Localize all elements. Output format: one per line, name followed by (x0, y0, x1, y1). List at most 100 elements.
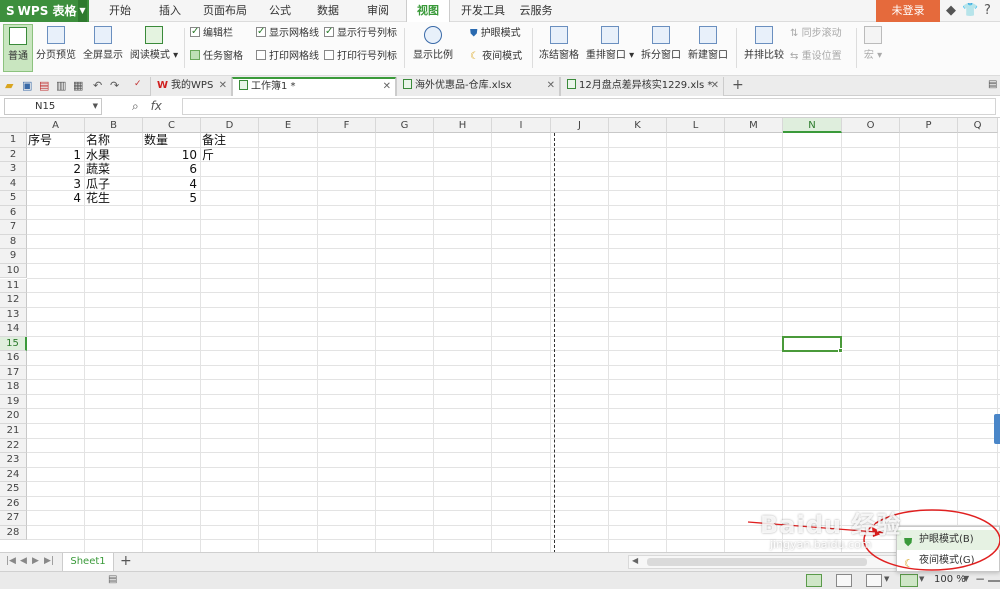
undo-icon[interactable]: ↶ (93, 79, 102, 92)
page-break-icon[interactable] (866, 574, 882, 587)
cell-a2[interactable]: 1 (28, 148, 83, 163)
cell-c4[interactable]: 4 (144, 177, 199, 192)
tab-view[interactable]: 视图 (406, 0, 450, 23)
doc-tab-december[interactable]: 12月盘点差异核实1229.xls * ✕ (560, 77, 724, 96)
login-button[interactable]: 未登录 (876, 0, 940, 22)
last-sheet-icon[interactable]: ▶| (44, 556, 54, 566)
chevron-down-icon[interactable]: ▼ (919, 575, 924, 583)
cell-a5[interactable]: 4 (28, 191, 83, 206)
tab-developer[interactable]: 开发工具 (458, 0, 508, 22)
cell-c5[interactable]: 5 (144, 191, 199, 206)
cell-a3[interactable]: 2 (28, 162, 83, 177)
normal-view-icon[interactable] (806, 574, 822, 587)
row-header-21[interactable]: 21 (0, 424, 27, 439)
freeze-panes-button[interactable]: 冻结窗格 (538, 24, 580, 72)
row-header-3[interactable]: 3 (0, 162, 27, 177)
row-header-19[interactable]: 19 (0, 394, 27, 410)
row-header-11[interactable]: 11 (0, 278, 27, 293)
night-mode-button[interactable]: ☾ 夜间模式 (470, 50, 522, 64)
column-header-e[interactable]: E (259, 118, 318, 133)
scroll-thumb[interactable] (647, 558, 867, 566)
page-layout-icon[interactable] (836, 574, 852, 587)
row-header-20[interactable]: 20 (0, 409, 27, 424)
normal-view-button[interactable]: 普通 (3, 24, 33, 72)
row-header-9[interactable]: 9 (0, 249, 27, 264)
close-icon[interactable]: ✕ (219, 77, 227, 95)
arrange-windows-button[interactable]: 重排窗口 ▾ (585, 24, 635, 72)
row-header-17[interactable]: 17 (0, 365, 27, 381)
prev-sheet-icon[interactable]: ◀ (20, 556, 27, 566)
row-header-23[interactable]: 23 (0, 453, 27, 468)
zoom-out-icon[interactable]: − (975, 572, 985, 586)
column-header-p[interactable]: P (900, 118, 958, 133)
chevron-down-icon[interactable]: ▼ (93, 99, 98, 114)
row-header-4[interactable]: 4 (0, 176, 27, 192)
tab-page-layout[interactable]: 页面布局 (200, 0, 250, 22)
cell-b5[interactable]: 花生 (86, 191, 141, 206)
chevron-down-icon[interactable]: ▼ (78, 0, 87, 22)
column-header-m[interactable]: M (725, 118, 783, 133)
row-header-7[interactable]: 7 (0, 220, 27, 235)
shirt-icon[interactable]: 👕 (962, 3, 978, 18)
column-header-h[interactable]: H (434, 118, 492, 133)
cell-d1[interactable]: 备注 (202, 133, 257, 148)
row-header-1[interactable]: 1 (0, 133, 27, 148)
zoom-slider[interactable] (988, 580, 1000, 582)
print-headers-checkbox[interactable]: 打印行号列标 (324, 50, 397, 64)
row-header-16[interactable]: 16 (0, 351, 27, 366)
menu-item-night-mode[interactable]: ☾ 夜间模式(G) (897, 551, 1000, 571)
column-header-l[interactable]: L (667, 118, 725, 133)
column-header-q[interactable]: Q (958, 118, 998, 133)
cell-a1[interactable]: 序号 (28, 133, 83, 148)
zoom-level[interactable]: 100 % (934, 574, 966, 585)
cell-b3[interactable]: 蔬菜 (86, 162, 141, 177)
print-gridlines-checkbox[interactable]: 打印网格线 (256, 50, 319, 64)
tab-home[interactable]: 开始 (104, 0, 136, 22)
cell-b1[interactable]: 名称 (86, 133, 141, 148)
export-pdf-icon[interactable]: ▤ (39, 79, 49, 92)
skin-icon[interactable]: ◆ (946, 3, 956, 18)
split-window-button[interactable]: 拆分窗口 (640, 24, 682, 72)
tab-cloud[interactable]: 云服务 (516, 0, 556, 22)
chevron-down-icon[interactable]: ▼ (963, 574, 969, 583)
row-header-15[interactable]: 15 (0, 336, 27, 352)
add-sheet-button[interactable]: + (120, 553, 132, 569)
row-header-6[interactable]: 6 (0, 205, 27, 221)
tab-data[interactable]: 数据 (312, 0, 344, 22)
reading-mode-button[interactable]: 阅读模式 ▾ (128, 24, 180, 72)
redo-icon[interactable]: ↷ (110, 79, 119, 92)
row-header-8[interactable]: 8 (0, 234, 27, 250)
doc-tab-workbook1[interactable]: 工作簿1 * ✕ (232, 77, 396, 96)
first-sheet-icon[interactable]: |◀ (6, 556, 16, 566)
cell-c1[interactable]: 数量 (144, 133, 199, 148)
row-header-12[interactable]: 12 (0, 293, 27, 308)
scroll-left-icon[interactable]: ◀ (632, 556, 638, 565)
task-pane-checkbox[interactable]: 任务窗格 (190, 50, 243, 64)
open-folder-icon[interactable]: ▰ (5, 79, 13, 92)
show-headers-checkbox[interactable]: 显示行号列标 (324, 25, 397, 41)
eye-protection-icon[interactable] (900, 574, 918, 587)
column-header-a[interactable]: A (27, 118, 85, 133)
cell-c2[interactable]: 10 (144, 148, 199, 163)
column-header-j[interactable]: J (551, 118, 609, 133)
formula-input[interactable] (182, 98, 996, 115)
select-all-corner[interactable] (0, 118, 27, 133)
name-box[interactable]: N15 ▼ (4, 98, 102, 115)
tab-list-icon[interactable]: ▤ (988, 79, 997, 90)
fill-handle[interactable] (838, 348, 843, 354)
row-header-2[interactable]: 2 (0, 147, 27, 163)
tab-formula[interactable]: 公式 (264, 0, 296, 22)
sheet-tab-sheet1[interactable]: Sheet1 (62, 553, 114, 571)
macro-button[interactable]: 宏 ▾ (860, 24, 886, 72)
row-header-26[interactable]: 26 (0, 496, 27, 512)
zoom-ratio-button[interactable]: 显示比例 (410, 24, 456, 72)
column-header-i[interactable]: I (492, 118, 551, 133)
row-header-22[interactable]: 22 (0, 438, 27, 454)
fx-icon[interactable]: fx (151, 99, 162, 113)
fullscreen-button[interactable]: 全屏显示 (81, 24, 125, 72)
add-tab-icon[interactable]: + (732, 77, 744, 93)
chevron-down-icon[interactable]: ▼ (884, 575, 889, 583)
column-header-f[interactable]: F (318, 118, 376, 133)
tab-insert[interactable]: 插入 (154, 0, 186, 22)
row-header-5[interactable]: 5 (0, 191, 27, 206)
